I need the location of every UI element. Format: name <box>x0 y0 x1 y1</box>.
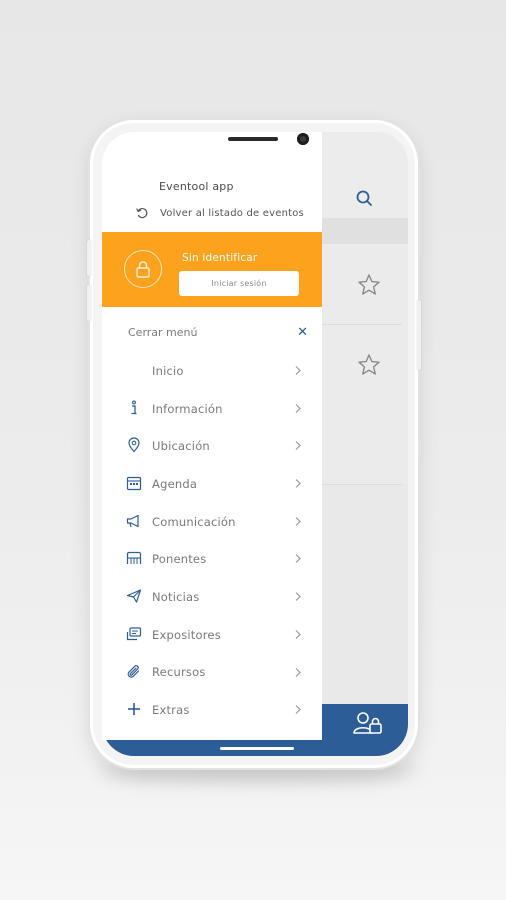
menu-item-label: Agenda <box>152 476 198 491</box>
menu-item-inicio[interactable]: Inicio <box>102 352 322 390</box>
menu-item-label: Extras <box>152 703 190 718</box>
search-icon[interactable] <box>354 188 376 210</box>
background-divider <box>322 324 402 325</box>
app-name: Eventool app <box>159 180 234 193</box>
phone-speaker <box>228 137 278 141</box>
menu-item-label: Comunicación <box>152 514 236 529</box>
user-lock-icon[interactable] <box>352 710 384 736</box>
camera-icon <box>297 133 309 145</box>
menu-item-comunicacion[interactable]: Comunicación <box>102 503 322 541</box>
podium-icon <box>126 552 142 565</box>
chevron-right-icon <box>295 629 301 639</box>
chevron-right-icon <box>295 479 301 488</box>
lock-icon <box>136 261 150 278</box>
menu-item-agenda[interactable]: Agenda <box>102 465 322 503</box>
menu-item-label: Noticias <box>152 589 200 604</box>
chevron-right-icon <box>295 441 301 451</box>
chevron-right-icon <box>295 516 301 526</box>
chevron-right-icon <box>295 554 301 564</box>
menu-list: Inicio Información Ubicación Agenda Comu… <box>102 352 322 729</box>
menu-item-label: Inicio <box>152 363 184 378</box>
chevron-right-icon <box>295 403 301 413</box>
user-status: Sin identificar <box>182 252 258 264</box>
menu-item-ubicacion[interactable]: Ubicación <box>102 427 322 465</box>
back-to-events-link[interactable]: Volver al listado de eventos <box>135 206 304 220</box>
menu-item-recursos[interactable]: Recursos <box>102 654 322 692</box>
phone-side-button-left-2 <box>87 285 91 321</box>
megaphone-icon <box>126 514 139 527</box>
chevron-right-icon <box>295 705 301 715</box>
menu-item-extras[interactable]: Extras <box>102 691 322 729</box>
back-to-events-label: Volver al listado de eventos <box>160 207 304 219</box>
menu-item-noticias[interactable]: Noticias <box>102 578 322 616</box>
menu-item-label: Expositores <box>152 627 221 642</box>
background-divider <box>322 484 402 485</box>
navigation-drawer: Eventool app Volver al listado de evento… <box>102 132 322 740</box>
star-icon[interactable] <box>356 272 382 298</box>
close-icon[interactable]: ✕ <box>297 326 308 339</box>
user-panel: Sin identificar Iniciar sesión <box>102 232 322 307</box>
close-menu-label: Cerrar menú <box>128 325 198 339</box>
phone-side-button-left <box>87 240 91 276</box>
menu-item-label: Ubicación <box>152 439 210 454</box>
exhibitor-icon <box>126 627 142 640</box>
chevron-right-icon <box>295 366 301 375</box>
menu-item-label: Información <box>152 401 223 416</box>
chevron-right-icon <box>295 592 301 602</box>
avatar <box>124 250 162 288</box>
menu-item-label: Ponentes <box>152 552 207 567</box>
phone-side-button-right <box>417 300 421 370</box>
menu-item-expositores[interactable]: Expositores <box>102 616 322 654</box>
back-arrow-icon <box>136 207 148 219</box>
menu-item-label: Recursos <box>152 665 206 680</box>
menu-item-ponentes[interactable]: Ponentes <box>102 540 322 578</box>
login-button[interactable]: Iniciar sesión <box>179 271 299 296</box>
plus-icon <box>128 703 140 716</box>
menu-item-informacion[interactable]: Información <box>102 390 322 428</box>
home-indicator[interactable] <box>220 747 294 750</box>
location-pin-icon <box>128 437 140 453</box>
chevron-right-icon <box>295 667 301 677</box>
info-icon <box>131 400 137 414</box>
paper-plane-icon <box>126 589 142 603</box>
close-menu-button[interactable]: Cerrar menú ✕ <box>128 324 308 340</box>
star-icon[interactable] <box>356 352 382 378</box>
paperclip-icon <box>127 664 140 678</box>
calendar-icon <box>126 476 142 491</box>
